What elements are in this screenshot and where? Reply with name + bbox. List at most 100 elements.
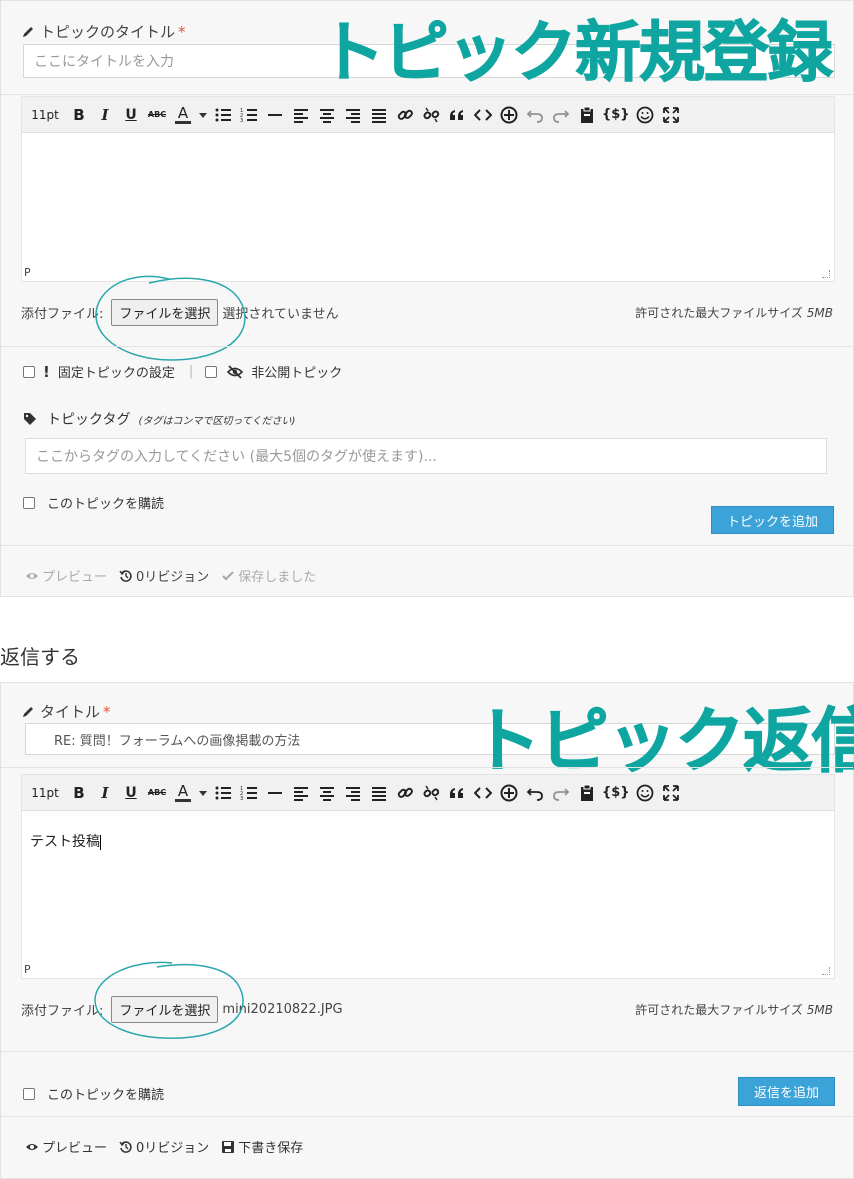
align-center-icon[interactable] [316,103,338,127]
bullet-list-icon[interactable] [212,103,234,127]
strikethrough-button[interactable]: ABC [146,781,168,805]
subscribe-label: このトピックを購読 [47,1088,165,1103]
eye-icon [26,1143,38,1150]
font-size-select[interactable]: 11pt [30,103,60,127]
shortcode-icon[interactable]: {$} [602,103,630,127]
max-size-value: 5MB [806,306,833,320]
svg-text:3: 3 [240,118,243,124]
align-right-icon[interactable] [342,103,364,127]
caret-down-icon[interactable] [198,103,208,127]
bold-button[interactable]: B [68,103,90,127]
horizontal-rule-icon[interactable] [264,103,286,127]
stamp-new-topic: トピック新規登録 [319,14,834,92]
tag-icon [24,413,36,425]
blockquote-icon[interactable] [446,781,468,805]
italic-button[interactable]: I [94,103,116,127]
align-left-icon[interactable] [290,781,312,805]
bold-button[interactable]: B [68,781,90,805]
divider [1,767,853,768]
paste-icon[interactable] [576,103,598,127]
link-icon[interactable] [394,103,416,127]
text-color-button[interactable]: A [172,781,194,805]
max-file-size: 許可された最大ファイルサイズ 5MB [635,1001,833,1018]
link-icon[interactable] [394,781,416,805]
history-icon [119,569,132,582]
resize-handle[interactable] [822,270,830,278]
code-icon[interactable] [472,781,494,805]
subscribe-checkbox[interactable] [23,496,35,509]
strikethrough-button[interactable]: ABC [146,103,168,127]
attachment-row: 添付ファイル: ファイルを選択 mini20210822.JPG 許可された最大… [21,996,833,1023]
redo-icon[interactable] [550,781,572,805]
divider [1,94,853,95]
eye-icon [26,572,38,579]
underline-button[interactable]: U [120,103,142,127]
add-reply-button[interactable]: 返信を追加 [738,1077,835,1106]
choose-file-button[interactable]: ファイルを選択 [111,996,219,1023]
fullscreen-icon[interactable] [660,781,682,805]
editor-body[interactable]: P [22,133,834,281]
undo-icon[interactable] [524,781,546,805]
save-draft-link[interactable]: 下書き保存 [221,1137,303,1156]
unlink-icon[interactable] [420,103,442,127]
numbered-list-icon[interactable]: 123 [238,781,260,805]
resize-handle[interactable] [822,967,830,975]
file-status: mini20210822.JPG [222,1002,343,1017]
sticky-label: 固定トピックの設定 [57,366,175,381]
revisions-link[interactable]: 0リビジョン [119,1137,209,1156]
numbered-list-icon[interactable]: 123 [238,103,260,127]
align-center-icon[interactable] [316,781,338,805]
subscribe-row: このトピックを購読 [23,493,164,512]
caret-down-icon[interactable] [198,781,208,805]
add-topic-button[interactable]: トピックを追加 [711,506,834,534]
redo-icon[interactable] [550,103,572,127]
draft-label: 下書き保存 [238,1141,304,1156]
required-mark: * [103,702,111,721]
title-label-row: トピックのタイトル * [21,21,186,42]
color-swatch [175,120,191,124]
exclamation-icon: ! [43,362,50,381]
undo-icon[interactable] [524,103,546,127]
font-size-select[interactable]: 11pt [30,781,60,805]
align-justify-icon[interactable] [368,781,390,805]
code-icon[interactable] [472,103,494,127]
reply-title-value: RE: 質問！フォーラムへの画像掲載の方法 [54,733,301,749]
emoji-icon[interactable] [634,781,656,805]
bullet-list-icon[interactable] [212,781,234,805]
paste-icon[interactable] [576,781,598,805]
editor-body[interactable]: テスト投稿 P [22,811,834,978]
reply-editor[interactable]: 11pt B I U ABC A 123 {$} テスト投稿 P [21,774,835,979]
topic-editor[interactable]: 11pt B I U ABC A 123 {$} P [21,96,835,282]
choose-file-button[interactable]: ファイルを選択 [111,299,219,326]
divider [1,1116,853,1117]
align-justify-icon[interactable] [368,103,390,127]
underline-button[interactable]: U [120,781,142,805]
insert-plus-icon[interactable] [498,103,520,127]
fullscreen-icon[interactable] [660,103,682,127]
preview-link[interactable]: プレビュー [25,566,107,585]
italic-button[interactable]: I [94,781,116,805]
divider [1,545,853,546]
insert-plus-icon[interactable] [498,781,520,805]
reply-footer: プレビュー 0リビジョン 下書き保存 [25,1137,315,1156]
revisions-label: 0リビジョン [136,570,210,585]
align-left-icon[interactable] [290,103,312,127]
align-right-icon[interactable] [342,781,364,805]
emoji-icon[interactable] [634,103,656,127]
subscribe-checkbox[interactable] [23,1087,35,1100]
blockquote-icon[interactable] [446,103,468,127]
text-color-button[interactable]: A [172,103,194,127]
unlink-icon[interactable] [420,781,442,805]
tags-placeholder: ここからタグの入力してください (最大5個のタグが使えます)... [36,449,437,465]
color-swatch [175,798,191,802]
attachment-row: 添付ファイル: ファイルを選択 選択されていません 許可された最大ファイルサイズ… [21,299,833,326]
private-label: 非公開トピック [251,366,343,381]
horizontal-rule-icon[interactable] [264,781,286,805]
private-checkbox[interactable] [205,365,218,378]
preview-label: プレビュー [42,570,108,585]
tags-input[interactable]: ここからタグの入力してください (最大5個のタグが使えます)... [25,438,827,474]
sticky-checkbox[interactable] [23,365,35,378]
preview-link[interactable]: プレビュー [25,1137,107,1156]
revisions-link[interactable]: 0リビジョン [119,566,209,585]
shortcode-icon[interactable]: {$} [602,781,630,805]
